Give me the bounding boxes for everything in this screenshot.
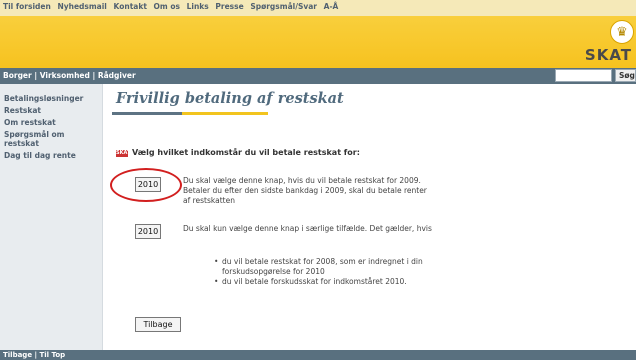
year-2010-button-primary[interactable]: 2010	[135, 177, 161, 192]
nav-link-nyhedsmail[interactable]: Nyhedsmail	[57, 2, 106, 11]
site-header: ♛ SKAT	[0, 16, 636, 68]
subnav-borger[interactable]: Borger	[3, 71, 32, 80]
sidebar-item-restskat[interactable]: Restskat	[4, 106, 102, 115]
search-button[interactable]: Søg	[615, 69, 636, 82]
special-cases-list: du vil betale restskat for 2008, som er …	[214, 257, 444, 287]
question-heading: SKAT Vælg hvilket indkomstår du vil betal…	[116, 148, 360, 157]
nav-link-presse[interactable]: Presse	[215, 2, 243, 11]
search-input[interactable]	[555, 69, 612, 82]
subnav-virksomhed[interactable]: Virksomhed	[40, 71, 90, 80]
option1-description: Du skal vælge denne knap, hvis du vil be…	[183, 176, 427, 205]
skat-flag-icon: SKAT	[116, 150, 131, 157]
sidebar-item-sporgsmal-om-restskat[interactable]: Spørgsmål om restskat	[4, 130, 102, 148]
year-2010-button-special[interactable]: 2010	[135, 224, 161, 239]
subnav-raadgiver[interactable]: Rådgiver	[98, 71, 136, 80]
page-title: Frivillig betaling af restskat	[116, 90, 344, 107]
top-navigation: Til forsiden Nyhedsmail Kontakt Om os Li…	[0, 0, 636, 16]
skat-logo[interactable]: SKAT	[585, 46, 632, 64]
nav-link-kontakt[interactable]: Kontakt	[114, 2, 147, 11]
title-underline	[112, 112, 268, 115]
question-text: Vælg hvilket indkomstår du vil betale re…	[132, 148, 360, 157]
nav-link-sporgsmal-svar[interactable]: Spørgsmål/Svar	[250, 2, 317, 11]
crown-icon: ♛	[610, 20, 634, 44]
option2-description: Du skal kun vælge denne knap i særlige t…	[183, 224, 432, 233]
main-content: Frivillig betaling af restskat SKAT Vælg …	[104, 84, 636, 350]
sidebar-item-betalingslosninger[interactable]: Betalingsløsninger	[4, 94, 102, 103]
nav-link-til-forsiden[interactable]: Til forsiden	[3, 2, 51, 11]
nav-link-links[interactable]: Links	[187, 2, 209, 11]
audience-navigation: Borger | Virksomhed | Rådgiver	[0, 68, 636, 84]
subnav-separator: |	[89, 71, 98, 80]
list-item: du vil betale restskat for 2008, som er …	[214, 257, 444, 277]
footer-links[interactable]: Tilbage | Til Top	[0, 350, 636, 360]
sidebar-item-om-restskat[interactable]: Om restskat	[4, 118, 102, 127]
subnav-separator: |	[31, 71, 40, 80]
nav-link-om-os[interactable]: Om os	[154, 2, 180, 11]
sidebar-item-dag-til-dag-rente[interactable]: Dag til dag rente	[4, 151, 102, 160]
back-button[interactable]: Tilbage	[135, 317, 181, 332]
list-item: du vil betale forskudsskat for indkomstå…	[214, 277, 444, 287]
sidebar: Betalingsløsninger Restskat Om restskat …	[0, 84, 103, 350]
nav-link-a-aa[interactable]: A-Å	[324, 2, 339, 11]
